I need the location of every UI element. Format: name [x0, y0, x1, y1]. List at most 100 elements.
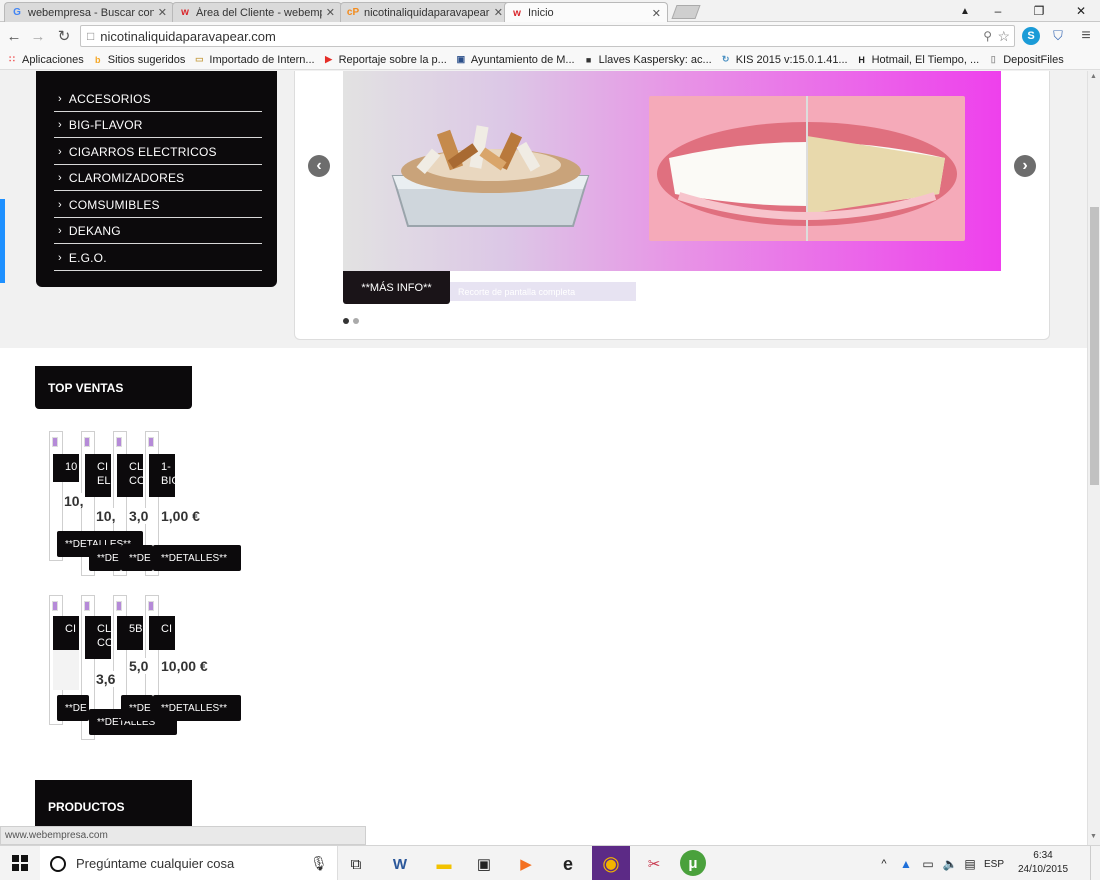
back-button[interactable]: ←	[4, 26, 24, 46]
category-item-dekang[interactable]: › DEKANG	[54, 218, 262, 244]
scrollbar-thumb[interactable]	[1090, 207, 1099, 485]
search-placeholder: Pregúntame cualquier cosa	[76, 856, 235, 871]
close-tab-icon[interactable]: ✕	[494, 6, 503, 19]
chrome-menu-icon[interactable]: ≡	[1076, 26, 1096, 46]
restore-button[interactable]: ❐	[1024, 0, 1054, 22]
product-price: 10,	[96, 508, 116, 524]
product-title[interactable]: CL CO	[85, 616, 111, 659]
forward-button[interactable]: →	[28, 26, 48, 46]
store-icon[interactable]: ▣	[470, 850, 498, 878]
product-details-button[interactable]: **DE	[121, 695, 153, 721]
product-price: 3,6	[96, 671, 116, 687]
blank-page-icon: ▯	[990, 54, 996, 64]
slide-image[interactable]	[343, 71, 1001, 271]
category-item-cigarros-electricos[interactable]: › CIGARROS ELECTRICOS	[54, 139, 262, 165]
product-price: 1,00 €	[161, 508, 221, 524]
category-item-accesorios[interactable]: › ACCESORIOS	[54, 86, 262, 112]
scroll-down-arrow-icon[interactable]: ▼	[1090, 833, 1097, 840]
category-item-comsumibles[interactable]: › COMSUMIBLES	[54, 192, 262, 218]
reload-button[interactable]: ↻	[54, 26, 74, 46]
slider-dot-1[interactable]	[343, 318, 349, 324]
category-label: CIGARROS ELECTRICOS	[68, 144, 217, 159]
microphone-icon[interactable]: 🎙	[310, 855, 328, 872]
chevron-right-icon: ›	[58, 171, 62, 184]
task-view-icon[interactable]: ⧉	[342, 850, 370, 878]
slider-dot-2[interactable]	[353, 318, 359, 324]
minimize-button[interactable]: ‒	[983, 0, 1013, 22]
product-title[interactable]: CL CO	[117, 454, 143, 497]
product-title[interactable]: CI EL	[85, 454, 111, 497]
category-label: DEKANG	[68, 223, 121, 238]
skype-icon[interactable]: S	[1022, 27, 1040, 45]
bookmark-star-icon[interactable]: ☆	[997, 28, 1010, 45]
action-center-icon[interactable]: ▤	[960, 850, 980, 878]
tab-cpanel[interactable]: cP nicotinaliquidaparavapear ✕	[340, 2, 510, 22]
chrome-icon[interactable]: ◉	[592, 846, 630, 880]
product-details-button[interactable]: **DE	[89, 545, 121, 571]
cortana-icon	[50, 855, 66, 872]
chevron-right-icon: ›	[58, 118, 62, 131]
file-explorer-icon[interactable]: ▬	[430, 850, 458, 878]
product-details-button[interactable]: **DETALLES**	[153, 695, 241, 721]
input-language[interactable]: ESP	[980, 850, 1008, 878]
bookmark-depositfiles[interactable]: ▯ DepositFiles	[987, 54, 1064, 66]
product-title[interactable]: 1- BIG	[149, 454, 175, 497]
product-price: 5,0	[129, 658, 149, 674]
edge-icon[interactable]: e	[554, 850, 582, 878]
bookmark-apps[interactable]: ∷ Aplicaciones	[6, 54, 84, 66]
snipping-tool-icon[interactable]: ✂	[640, 850, 668, 878]
volume-icon[interactable]: 🔈	[940, 850, 960, 878]
tab-webempresa-search[interactable]: G webempresa - Buscar con ✕	[4, 2, 174, 22]
word-icon[interactable]: W	[386, 850, 414, 878]
product-details-button[interactable]: **DE	[57, 695, 89, 721]
key-icon[interactable]: ⚲	[983, 29, 992, 43]
more-info-button[interactable]: **MÁS INFO**	[343, 271, 450, 304]
product-title[interactable]: CI	[149, 616, 175, 650]
tab-inicio[interactable]: w Inicio ✕	[504, 2, 668, 23]
bookmark-llaves-kaspersky[interactable]: ■ Llaves Kaspersky: ac...	[583, 54, 712, 66]
slider-next-button[interactable]: ›	[1014, 155, 1036, 177]
product-title[interactable]: 5B	[117, 616, 143, 650]
show-hidden-icons-chevron-icon[interactable]: ^	[874, 850, 894, 878]
windows-start-button[interactable]	[6, 849, 34, 877]
product-title[interactable]: 10	[53, 454, 79, 482]
bookmark-importado[interactable]: ▭ Importado de Intern...	[193, 54, 314, 66]
category-item-claromizadores[interactable]: › CLAROMIZADORES	[54, 165, 262, 191]
scroll-up-arrow-icon[interactable]: ▲	[1090, 73, 1097, 80]
media-player-icon[interactable]: ▶	[512, 850, 540, 878]
user-profile-icon[interactable]: ▲	[950, 0, 980, 22]
bookmark-sitios-sugeridos[interactable]: b Sitios sugeridos	[92, 54, 185, 66]
page-icon: ■	[585, 54, 592, 65]
product-details-button[interactable]: **DE	[121, 545, 153, 571]
utorrent-icon[interactable]: μ	[680, 850, 706, 876]
category-item-ego[interactable]: › E.G.O.	[54, 245, 262, 271]
product-title[interactable]: CI	[53, 616, 79, 650]
category-item-big-flavor[interactable]: › BIG-FLAVOR	[54, 112, 262, 138]
chevron-right-icon: ›	[58, 145, 62, 158]
close-tab-icon[interactable]: ✕	[158, 6, 167, 19]
cortana-search-box[interactable]: Pregúntame cualquier cosa 🎙	[40, 846, 338, 880]
bookmark-kis-2015[interactable]: ↻ KIS 2015 v:15.0.1.41...	[720, 54, 848, 66]
product-details-button[interactable]: **DETALLES**	[153, 545, 241, 571]
network-status-icon[interactable]: ▲	[896, 850, 916, 878]
page-scrollbar[interactable]: ▲ ▼	[1087, 71, 1100, 845]
chevron-right-icon: ›	[58, 92, 62, 105]
battery-icon[interactable]: ▭	[918, 850, 938, 878]
system-clock[interactable]: 6:34 24/10/2015	[1016, 849, 1070, 879]
bookmark-label: Llaves Kaspersky: ac...	[598, 53, 712, 66]
close-window-button[interactable]: ✕	[1064, 0, 1098, 22]
address-bar[interactable]: □ nicotinaliquidaparavapear.com ☆ ⚲	[80, 25, 1015, 47]
page-viewport: › ACCESORIOS › BIG-FLAVOR › CIGARROS ELECTR…	[0, 71, 1087, 845]
bookmark-reportaje[interactable]: ▶ Reportaje sobre la p...	[323, 54, 447, 66]
bookmark-hotmail[interactable]: H Hotmail, El Tiempo, ...	[856, 54, 979, 66]
extension-shield-icon[interactable]: ⛉	[1048, 26, 1068, 46]
new-tab-button[interactable]	[671, 5, 701, 19]
slider-prev-button[interactable]: ‹	[308, 155, 330, 177]
tab-area-cliente[interactable]: w Área del Cliente - webemp ✕	[172, 2, 342, 22]
bookmark-ayuntamiento[interactable]: ▣ Ayuntamiento de M...	[455, 54, 575, 66]
side-accent-tab[interactable]	[0, 199, 5, 283]
close-tab-icon[interactable]: ✕	[326, 6, 335, 19]
close-tab-icon[interactable]: ✕	[652, 7, 661, 20]
bookmark-label: Aplicaciones	[22, 53, 84, 66]
show-desktop-button[interactable]	[1090, 846, 1100, 880]
